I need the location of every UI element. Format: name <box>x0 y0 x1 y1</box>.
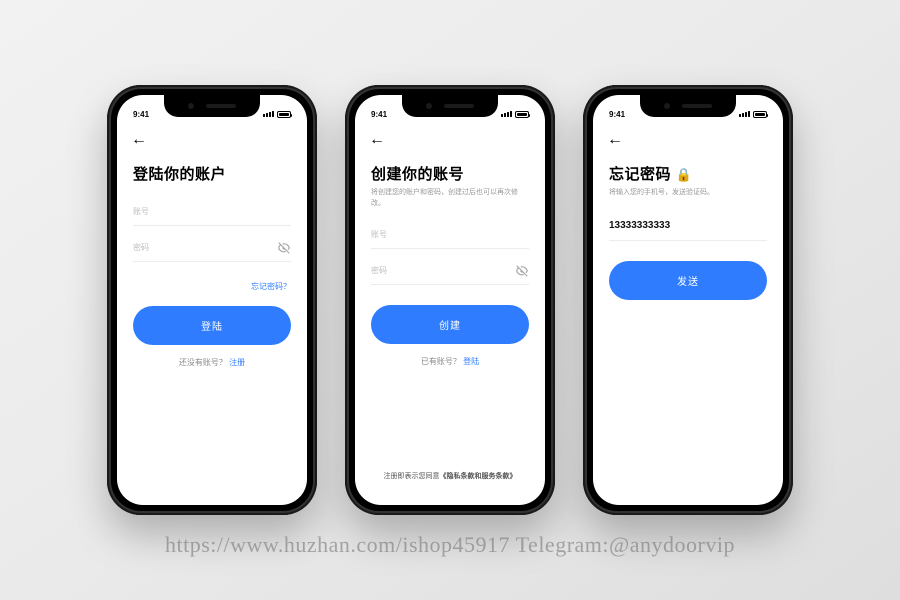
login-button[interactable]: 登陆 <box>133 306 291 345</box>
signal-icon <box>501 111 512 117</box>
battery-icon <box>277 111 291 118</box>
back-button[interactable]: ← <box>131 132 147 148</box>
phone-row: 9:41 ← 登陆你的账户 忘记密码？ <box>107 85 793 515</box>
battery-icon <box>753 111 767 118</box>
forgot-content: 忘记密码 🔒 将输入您的手机号，发送验证码。 发送 <box>593 149 783 505</box>
status-indicators <box>263 111 291 118</box>
status-time: 9:41 <box>133 110 149 119</box>
forgot-subtitle: 将输入您的手机号，发送验证码。 <box>609 188 767 199</box>
login-title: 登陆你的账户 <box>133 163 291 184</box>
terms-row: 注册即表示您同意《隐私条款和服务条款》 <box>371 471 529 491</box>
phone-register: 9:41 ← 创建你的账号 将创建您的账户和密码，创建过后也可以再次修改。 <box>345 85 555 515</box>
eye-off-icon[interactable] <box>515 264 529 278</box>
notch <box>640 95 736 117</box>
nav-bar: ← <box>117 125 307 149</box>
phone-field <box>609 211 767 241</box>
password-input[interactable] <box>371 257 529 285</box>
create-button[interactable]: 创建 <box>371 305 529 344</box>
nav-bar: ← <box>355 125 545 149</box>
send-button[interactable]: 发送 <box>609 261 767 300</box>
register-content: 创建你的账号 将创建您的账户和密码，创建过后也可以再次修改。 创建 已有账号？ … <box>355 149 545 505</box>
status-indicators <box>501 111 529 118</box>
register-title: 创建你的账号 <box>371 163 529 184</box>
login-prompt: 已有账号？ 登陆 <box>371 356 529 367</box>
password-input[interactable] <box>133 234 291 262</box>
login-content: 登陆你的账户 忘记密码？ 登陆 还没有账号？ 注册 <box>117 149 307 505</box>
register-subtitle: 将创建您的账户和密码，创建过后也可以再次修改。 <box>371 188 529 209</box>
eye-off-icon[interactable] <box>277 241 291 255</box>
back-button[interactable]: ← <box>369 132 385 148</box>
account-field <box>133 198 291 226</box>
no-account-label: 还没有账号？ <box>179 358 227 367</box>
status-time: 9:41 <box>609 110 625 119</box>
forgot-row: 忘记密码？ <box>133 276 291 294</box>
register-link[interactable]: 注册 <box>229 358 245 367</box>
phone-forgot: 9:41 ← 忘记密码 🔒 将输入您的手机号，发送验证码。 发送 <box>583 85 793 515</box>
signal-icon <box>739 111 750 117</box>
register-prompt: 还没有账号？ 注册 <box>133 357 291 368</box>
signal-icon <box>263 111 274 117</box>
password-field <box>133 234 291 262</box>
terms-prefix: 注册即表示您同意 <box>384 473 440 480</box>
forgot-title: 忘记密码 🔒 <box>609 163 767 184</box>
password-field <box>371 257 529 285</box>
terms-link[interactable]: 《隐私条款和服务条款》 <box>440 473 517 480</box>
register-screen: 9:41 ← 创建你的账号 将创建您的账户和密码，创建过后也可以再次修改。 <box>355 95 545 505</box>
watermark: https://www.huzhan.com/ishop45917 Telegr… <box>0 532 900 558</box>
back-button[interactable]: ← <box>607 132 623 148</box>
phone-login: 9:41 ← 登陆你的账户 忘记密码？ <box>107 85 317 515</box>
forgot-password-link[interactable]: 忘记密码？ <box>251 282 291 291</box>
login-link[interactable]: 登陆 <box>463 357 479 366</box>
battery-icon <box>515 111 529 118</box>
notch <box>402 95 498 117</box>
notch <box>164 95 260 117</box>
has-account-label: 已有账号？ <box>421 357 461 366</box>
account-input[interactable] <box>133 198 291 226</box>
lock-icon: 🔒 <box>676 167 693 182</box>
forgot-screen: 9:41 ← 忘记密码 🔒 将输入您的手机号，发送验证码。 发送 <box>593 95 783 505</box>
nav-bar: ← <box>593 125 783 149</box>
phone-input[interactable] <box>609 211 767 241</box>
status-indicators <box>739 111 767 118</box>
login-screen: 9:41 ← 登陆你的账户 忘记密码？ <box>117 95 307 505</box>
account-field <box>371 221 529 249</box>
status-time: 9:41 <box>371 110 387 119</box>
account-input[interactable] <box>371 221 529 249</box>
